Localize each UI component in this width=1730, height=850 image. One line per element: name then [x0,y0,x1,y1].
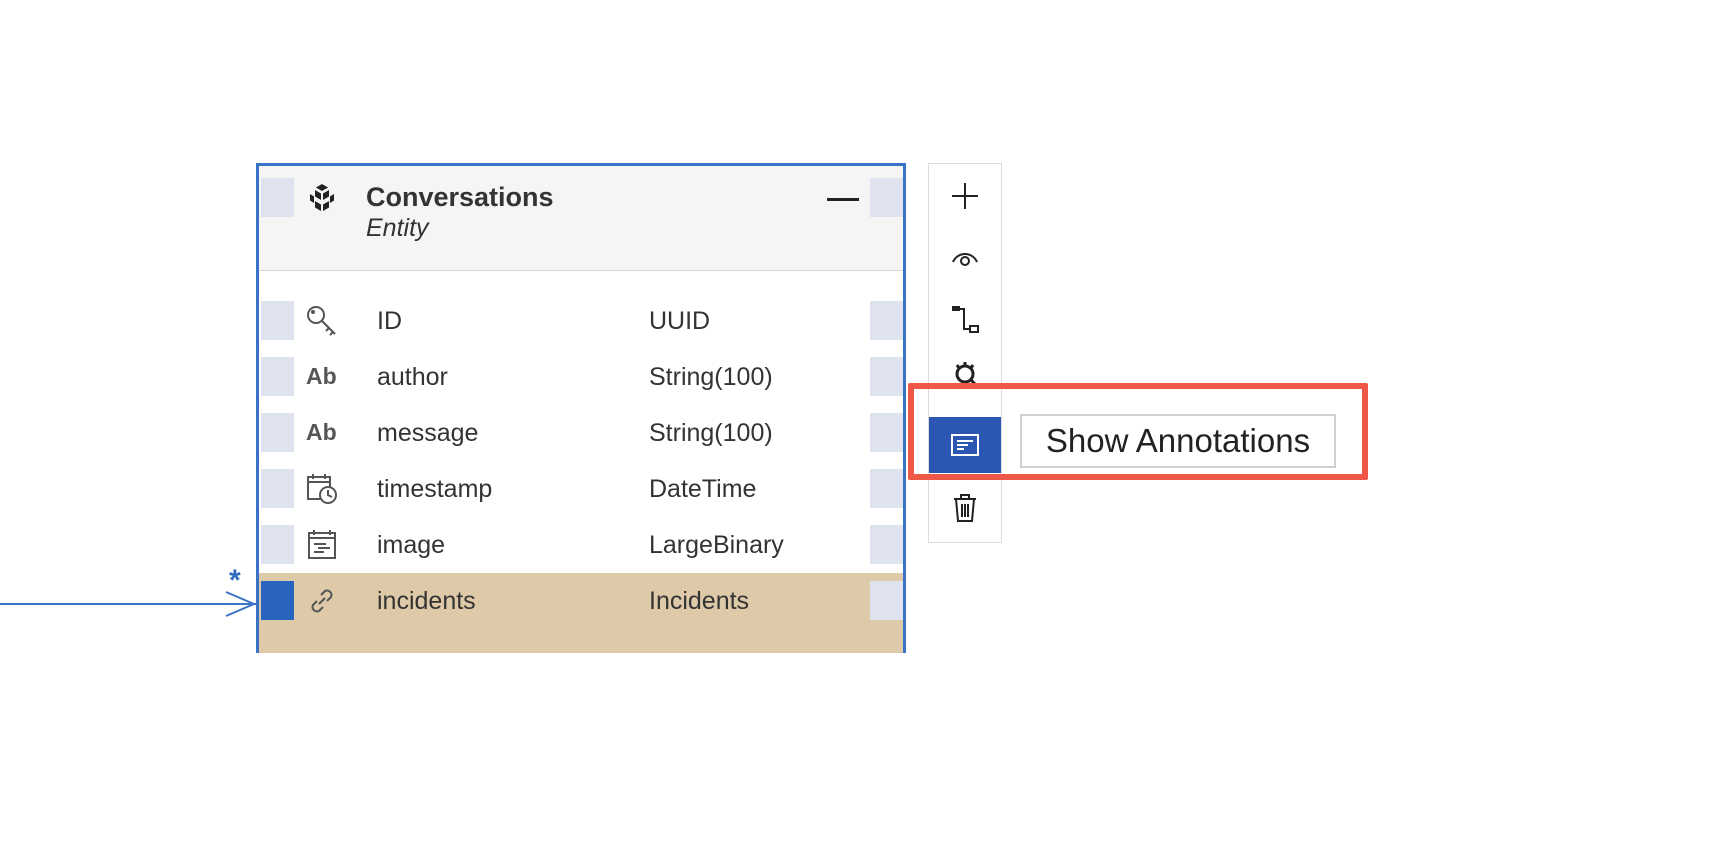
add-button[interactable] [929,168,1001,224]
row-port-left[interactable] [261,301,294,340]
row-port-left[interactable] [261,469,294,508]
attribute-name: message [377,419,479,447]
attribute-name: timestamp [377,475,493,503]
attribute-row[interactable]: image LargeBinary [259,517,903,573]
attribute-row[interactable]: ID UUID [259,293,903,349]
attribute-type: DateTime [649,475,757,503]
row-port-left[interactable] [261,357,294,396]
entity-header[interactable]: Conversations Entity [259,166,903,271]
attribute-type: UUID [649,307,711,335]
entity-title: Conversations [366,182,554,212]
row-port-left[interactable] [261,525,294,564]
relationship-cardinality: * [229,564,241,597]
attribute-name: author [377,363,448,391]
association-icon [952,306,979,333]
datetime-icon [307,474,337,504]
plus-icon [952,183,978,209]
minimize-icon [827,198,859,201]
row-port-left[interactable] [261,581,294,620]
entity-card[interactable]: Conversations Entity ID UUID Ab author S… [256,163,906,653]
entity-subtitle: Entity [366,214,429,242]
entity-toolbar [928,163,1002,543]
header-port-left[interactable] [261,178,294,217]
string-icon: Ab [306,419,337,445]
string-icon: Ab [306,363,337,389]
attribute-name: incidents [377,587,476,615]
binary-icon [308,530,336,559]
attribute-row[interactable]: Ab author String(100) [259,349,903,405]
link-icon [311,589,333,613]
association-button[interactable] [929,291,1001,347]
minimize-button[interactable] [819,184,867,214]
row-port-right[interactable] [870,357,903,396]
delete-button[interactable] [929,480,1001,536]
view-button[interactable] [929,228,1001,284]
row-port-left[interactable] [261,413,294,452]
attribute-name: image [377,531,446,559]
trash-icon [954,494,976,522]
show-annotations-tooltip: Show Annotations [1020,414,1336,468]
header-port-right[interactable] [870,178,903,217]
row-port-right[interactable] [870,581,903,620]
attribute-type: String(100) [649,363,773,391]
row-port-right[interactable] [870,301,903,340]
entity-cube-icon [310,184,334,211]
key-icon [307,306,336,336]
row-port-right[interactable] [870,413,903,452]
attribute-type: Incidents [649,587,750,615]
attribute-type: String(100) [649,419,773,447]
attribute-name: ID [377,307,402,335]
relationship-line[interactable] [0,603,256,605]
attribute-type: LargeBinary [649,531,784,559]
row-port-right[interactable] [870,525,903,564]
row-port-right[interactable] [870,469,903,508]
attribute-row[interactable]: Ab message String(100) [259,405,903,461]
eye-icon [952,253,978,266]
attribute-row[interactable]: timestamp DateTime [259,461,903,517]
attribute-row-selected[interactable]: incidents Incidents [259,573,903,653]
